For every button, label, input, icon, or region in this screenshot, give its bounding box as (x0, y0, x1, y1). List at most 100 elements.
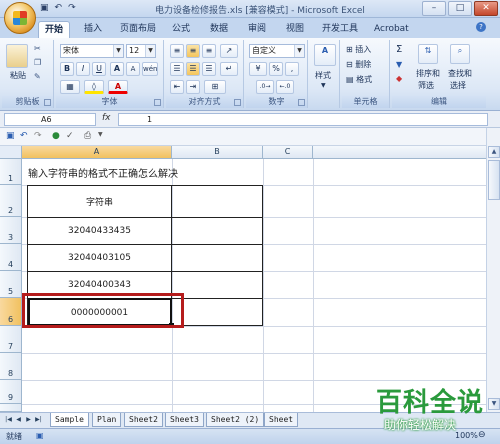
fill-icon[interactable]: ▼ (396, 60, 402, 69)
insert-function-button[interactable]: fx (102, 113, 111, 123)
minimize-button[interactable]: – (422, 1, 446, 16)
help-icon[interactable]: ? (476, 22, 486, 32)
save-icon[interactable]: ▣ (40, 3, 49, 13)
sheet-tab-sheet2-2[interactable]: Sheet2 (2) (206, 413, 265, 427)
merge-center-icon[interactable]: ⊞ (204, 80, 226, 94)
formula-input[interactable]: 1 (118, 113, 488, 126)
print-preview-icon[interactable]: ⎙ (84, 131, 91, 141)
next-sheet-icon[interactable]: ▶ (24, 415, 33, 425)
zoom-out-icon[interactable]: ⊖ (478, 430, 486, 440)
sort-filter-icon[interactable]: ⇅ (418, 44, 438, 64)
number-launcher-icon[interactable] (298, 99, 305, 106)
paste-button[interactable]: 粘贴 (10, 70, 26, 81)
save-icon[interactable]: ▣ (6, 131, 15, 141)
name-box[interactable]: A6 (4, 113, 96, 126)
tab-developer[interactable]: 开发工具 (316, 21, 364, 38)
row-header-1[interactable]: 1 (0, 159, 22, 185)
column-header-c[interactable]: C (263, 146, 313, 159)
align-bottom-icon[interactable]: ≡ (202, 44, 216, 58)
grow-font-button[interactable]: A (110, 62, 124, 76)
clear-icon[interactable]: ◆ (396, 74, 402, 83)
cell-a1[interactable]: 输入字符串的格式不正确怎么解决 (28, 159, 178, 185)
redo-icon[interactable]: ↷ (34, 131, 42, 141)
find-select-label-2[interactable]: 选择 (450, 80, 466, 91)
align-center-icon[interactable]: ☰ (186, 62, 200, 76)
phonetic-button[interactable]: wén (142, 62, 158, 76)
scroll-up-icon[interactable]: ▲ (488, 146, 500, 158)
sort-filter-label[interactable]: 排序和 (416, 68, 440, 79)
column-header-blank[interactable] (313, 146, 486, 159)
tab-insert[interactable]: 插入 (78, 21, 108, 38)
find-select-icon[interactable]: ⌕ (450, 44, 470, 64)
increase-decimal-icon[interactable]: .0→ (256, 80, 274, 94)
orientation-icon[interactable]: ↗ (220, 44, 238, 58)
cell-a4[interactable]: 32040403105 (28, 245, 171, 271)
tab-acrobat[interactable]: Acrobat (368, 21, 415, 38)
sheet-tab-plan[interactable]: Plan (92, 413, 122, 427)
macro-record-icon[interactable]: ▣ (36, 431, 44, 440)
font-size-select[interactable]: 12 ▼ (126, 44, 156, 58)
redo-icon[interactable]: ↷ (68, 3, 76, 13)
styles-icon[interactable]: A (314, 44, 336, 66)
font-launcher-icon[interactable] (154, 99, 161, 106)
cut-icon[interactable]: ✂ (34, 44, 41, 53)
circle-icon[interactable]: ● (52, 131, 60, 141)
percent-button[interactable]: % (269, 62, 283, 76)
shrink-font-button[interactable]: A (126, 62, 140, 76)
wrap-text-icon[interactable]: ↵ (220, 62, 238, 76)
currency-icon[interactable]: ¥ (249, 62, 267, 76)
italic-button[interactable]: I (76, 62, 90, 76)
sort-filter-label-2[interactable]: 筛选 (418, 80, 434, 91)
zoom-level[interactable]: 100% (455, 431, 478, 440)
tab-home[interactable]: 开始 (38, 21, 71, 38)
bold-button[interactable]: B (60, 62, 74, 76)
tab-view[interactable]: 视图 (280, 21, 310, 38)
chevron-down-icon[interactable]: ▼ (98, 131, 103, 138)
first-sheet-icon[interactable]: |◀ (4, 415, 13, 425)
tab-page-layout[interactable]: 页面布局 (114, 21, 162, 38)
row-header-3[interactable]: 3 (0, 217, 22, 244)
sheet-tab-sample[interactable]: Sample (50, 413, 89, 427)
paste-icon[interactable] (6, 44, 28, 68)
office-button[interactable] (4, 2, 36, 34)
row-header-9[interactable]: 9 (0, 380, 22, 404)
format-painter-icon[interactable]: ✎ (34, 72, 41, 81)
comma-button[interactable]: , (285, 62, 299, 76)
undo-icon[interactable]: ↶ (20, 131, 28, 141)
find-select-label[interactable]: 查找和 (448, 68, 472, 79)
prev-sheet-icon[interactable]: ◀ (14, 415, 23, 425)
tab-review[interactable]: 审阅 (242, 21, 272, 38)
cell-a3[interactable]: 32040433435 (28, 218, 171, 244)
scroll-down-icon[interactable]: ▼ (488, 398, 500, 410)
font-color-button[interactable]: A (108, 80, 128, 94)
row-header-5[interactable]: 5 (0, 271, 22, 298)
format-cells-button[interactable]: ▤ 格式 (346, 74, 372, 85)
delete-cells-button[interactable]: ⊟ 删除 (346, 59, 371, 70)
sheet-tab-sheet3[interactable]: Sheet3 (165, 413, 204, 427)
decrease-decimal-icon[interactable]: ←.0 (276, 80, 294, 94)
borders-button[interactable]: ▦ (60, 80, 80, 94)
maximize-button[interactable]: □ (448, 1, 472, 16)
cell-a2[interactable]: 字符串 (28, 186, 171, 217)
row-header-10[interactable] (0, 404, 22, 412)
fill-color-button[interactable]: ◊ (84, 80, 104, 94)
close-button[interactable]: ✕ (474, 1, 498, 16)
font-name-select[interactable]: 宋体 ▼ (60, 44, 124, 58)
select-all-corner[interactable] (0, 146, 22, 159)
alignment-launcher-icon[interactable] (234, 99, 241, 106)
row-header-6[interactable]: 6 (0, 298, 22, 326)
clipboard-launcher-icon[interactable] (44, 99, 51, 106)
autosum-button[interactable]: Σ (396, 44, 402, 55)
tab-formulas[interactable]: 公式 (166, 21, 196, 38)
align-top-icon[interactable]: ≡ (170, 44, 184, 58)
row-header-4[interactable]: 4 (0, 244, 22, 271)
copy-icon[interactable]: ❐ (34, 58, 41, 67)
scroll-thumb[interactable] (488, 160, 500, 200)
tab-data[interactable]: 数据 (204, 21, 234, 38)
spell-check-icon[interactable]: ✓ (66, 131, 74, 141)
last-sheet-icon[interactable]: ▶| (34, 415, 43, 425)
number-format-select[interactable]: 自定义 ▼ (249, 44, 305, 58)
underline-button[interactable]: U (92, 62, 106, 76)
row-header-2[interactable]: 2 (0, 185, 22, 217)
insert-cells-button[interactable]: ⊞ 插入 (346, 44, 371, 55)
